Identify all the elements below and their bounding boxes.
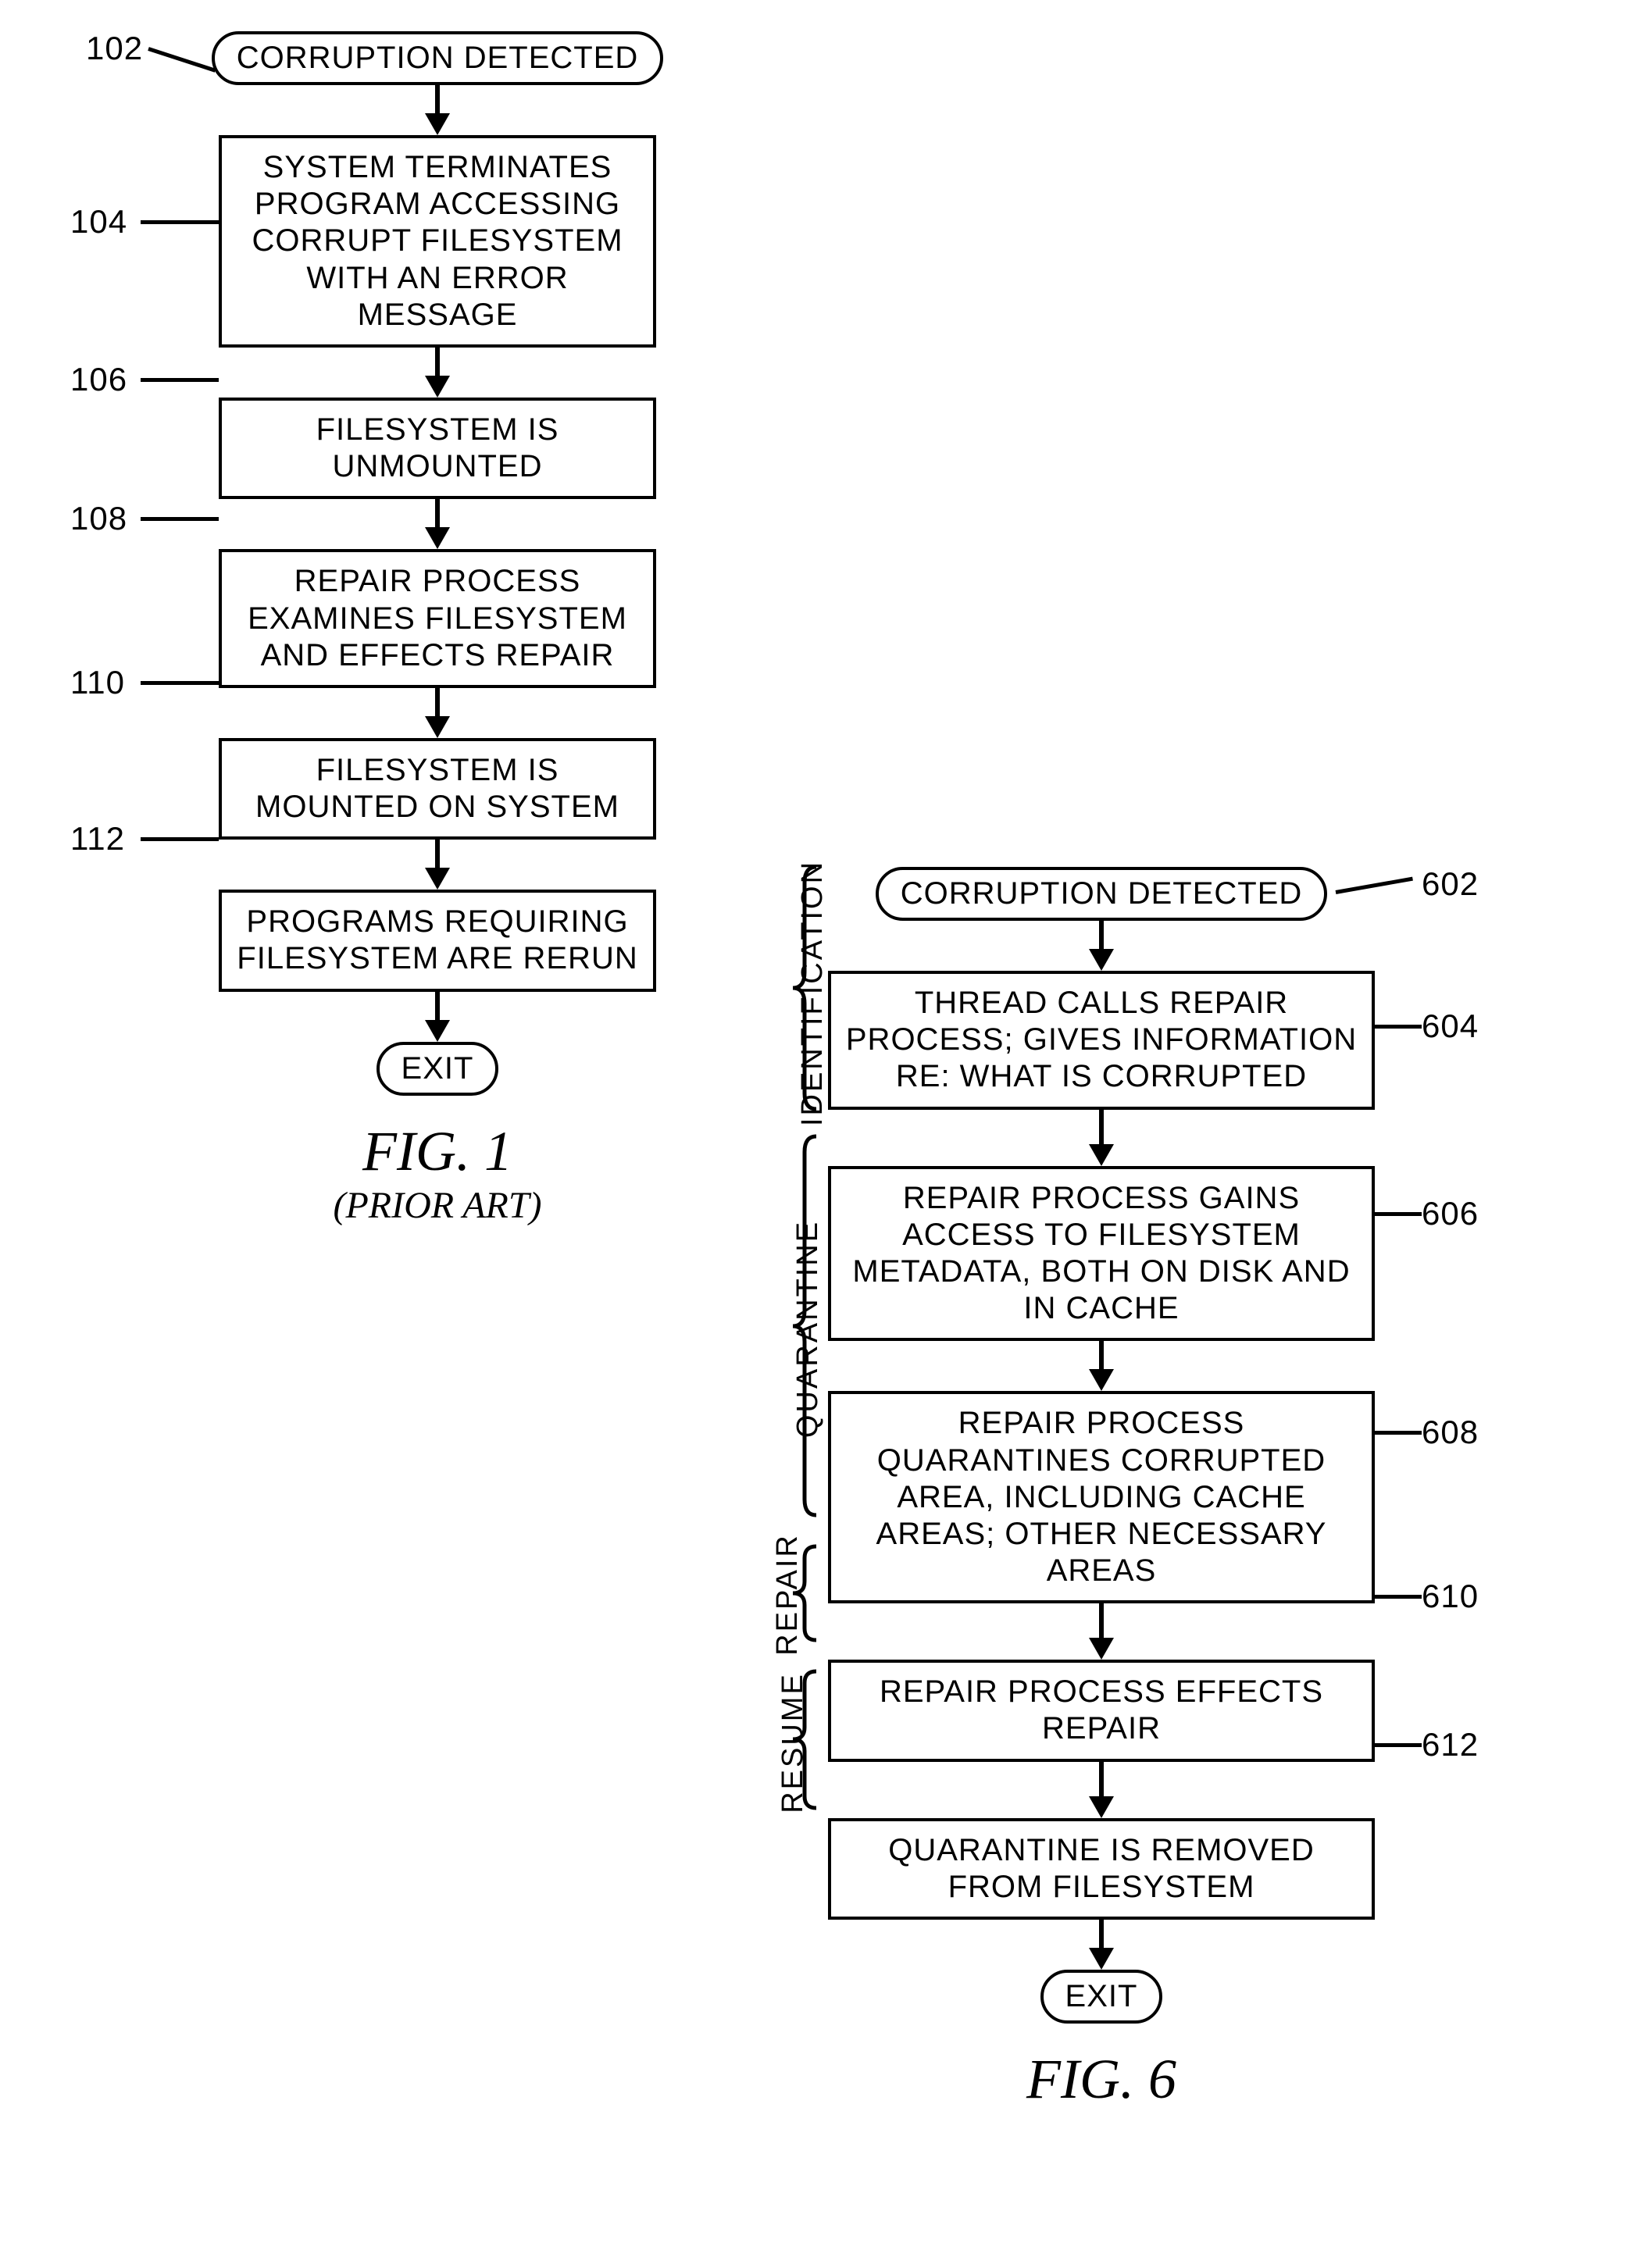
fig6-ref-612: 612 bbox=[1422, 1726, 1479, 1763]
fig6-step-606: REPAIR PROCESS GAINS ACCESS TO FILESYSTE… bbox=[828, 1166, 1375, 1342]
fig6-step-610: REPAIR PROCESS EFFECTS REPAIR bbox=[828, 1660, 1375, 1761]
fig1-ref-108: 108 bbox=[70, 500, 127, 537]
phase-resume: RESUME bbox=[776, 1672, 810, 1813]
phase-quarantine: QUARANTINE bbox=[791, 1220, 825, 1438]
fig1-caption: FIG. 1 bbox=[362, 1119, 512, 1184]
fig1-ref-110: 110 bbox=[70, 664, 125, 701]
fig6-ref-606: 606 bbox=[1422, 1195, 1479, 1232]
fig1-ref-104: 104 bbox=[70, 203, 127, 241]
fig1-ref-106: 106 bbox=[70, 361, 127, 398]
fig1-step-108: REPAIR PROCESS EXAMINES FILESYSTEM AND E… bbox=[219, 549, 656, 688]
fig6-step-604: THREAD CALLS REPAIR PROCESS; GIVES INFOR… bbox=[828, 971, 1375, 1110]
fig6-ref-610: 610 bbox=[1422, 1578, 1479, 1615]
fig6-start-terminal: CORRUPTION DETECTED bbox=[876, 867, 1328, 921]
fig6-exit-terminal: EXIT bbox=[1040, 1970, 1163, 2024]
fig1-step-110: FILESYSTEM IS MOUNTED ON SYSTEM bbox=[219, 738, 656, 840]
fig6-ref-604: 604 bbox=[1422, 1007, 1479, 1045]
fig6-caption: FIG. 6 bbox=[1026, 2047, 1176, 2112]
fig6-ref-608: 608 bbox=[1422, 1414, 1479, 1451]
fig1-step-104: SYSTEM TERMINATES PROGRAM ACCESSING CORR… bbox=[219, 135, 656, 348]
fig1-step-106: FILESYSTEM IS UNMOUNTED bbox=[219, 398, 656, 499]
fig6-step-608: REPAIR PROCESS QUARANTINES CORRUPTED ARE… bbox=[828, 1391, 1375, 1603]
phase-identification: IDENTIFICATION bbox=[796, 860, 830, 1126]
fig1-ref-112: 112 bbox=[70, 820, 125, 858]
fig1-step-112: PROGRAMS REQUIRING FILESYSTEM ARE RERUN bbox=[219, 890, 656, 991]
fig1-exit-terminal: EXIT bbox=[377, 1042, 499, 1096]
fig1-ref-102: 102 bbox=[86, 30, 143, 67]
fig6-step-612: QUARANTINE IS REMOVED FROM FILESYSTEM bbox=[828, 1818, 1375, 1920]
figure-6: CORRUPTION DETECTED THREAD CALLS REPAIR … bbox=[812, 867, 1390, 2112]
phase-repair: REPAIR bbox=[771, 1533, 805, 1656]
fig1-start-terminal: CORRUPTION DETECTED bbox=[212, 31, 664, 85]
fig1-subcaption: (PRIOR ART) bbox=[333, 1184, 541, 1227]
figure-1: CORRUPTION DETECTED SYSTEM TERMINATES PR… bbox=[187, 31, 687, 1227]
fig6-ref-602: 602 bbox=[1422, 865, 1479, 903]
